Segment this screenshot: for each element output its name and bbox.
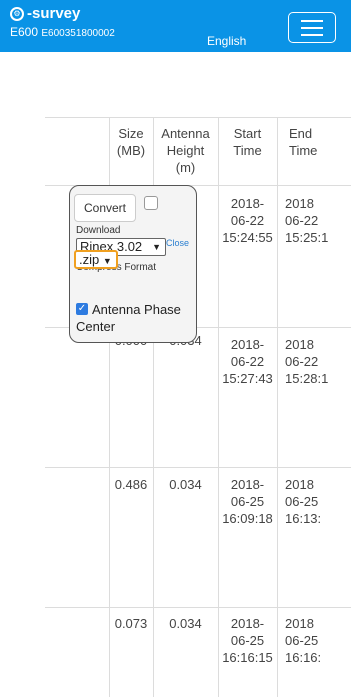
convert-button[interactable]: Convert — [74, 194, 136, 222]
table-row-3-height: 0.034 — [169, 477, 202, 492]
device-model: E600 — [10, 25, 39, 39]
device-info: E600 E600351800002 — [10, 25, 115, 41]
table-row-4-end: 2018 06-25 16:16: — [285, 616, 322, 665]
column-header-size[interactable]: Size (MB) — [109, 125, 153, 159]
table-row-1-start: 2018- 06-22 15:24:55 — [222, 196, 273, 245]
antenna-phase-center-label: Antenna Phase Center — [76, 302, 181, 334]
table-row-2-end: 2018 06-22 15:28:1 — [285, 337, 329, 386]
compress-format-select[interactable]: .zip ▼ — [74, 250, 118, 269]
device-serial: E600351800002 — [41, 28, 115, 39]
table-row-1-end: 2018 06-22 15:25:1 — [285, 196, 329, 245]
language-selector[interactable]: English — [207, 35, 246, 47]
table-row-4-size: 0.073 — [114, 616, 148, 631]
table-row-3-size: 0.486 — [114, 477, 148, 492]
hamburger-menu-button[interactable] — [288, 12, 336, 43]
table-row-4-start: 2018- 06-25 16:16:15 — [222, 616, 273, 665]
close-link[interactable]: Close — [166, 238, 189, 248]
brand-name: -survey — [27, 5, 81, 22]
app-header: ⚙ -survey E600 E600351800002 English — [0, 0, 351, 52]
table-row-4-height: 0.034 — [169, 616, 202, 631]
column-header-start-time[interactable]: Start Time — [218, 125, 277, 159]
hamburger-menu-icon — [301, 19, 323, 22]
table-row-2-start: 2018- 06-22 15:27:43 — [222, 337, 273, 386]
survey-logo-icon: ⚙ — [10, 7, 24, 21]
brand-logo: ⚙ -survey — [10, 6, 80, 22]
table-row-3-end: 2018 06-25 16:13: — [285, 477, 322, 526]
download-label: Download — [76, 225, 121, 236]
column-header-end-time[interactable]: End Time — [277, 125, 351, 159]
select-checkbox[interactable] — [144, 196, 158, 210]
chevron-down-icon: ▼ — [102, 256, 112, 266]
chevron-down-icon: ▼ — [152, 242, 161, 252]
table-row-3-start: 2018- 06-25 16:09:18 — [222, 477, 273, 526]
column-header-antenna-height[interactable]: Antenna Height (m) — [153, 125, 218, 176]
